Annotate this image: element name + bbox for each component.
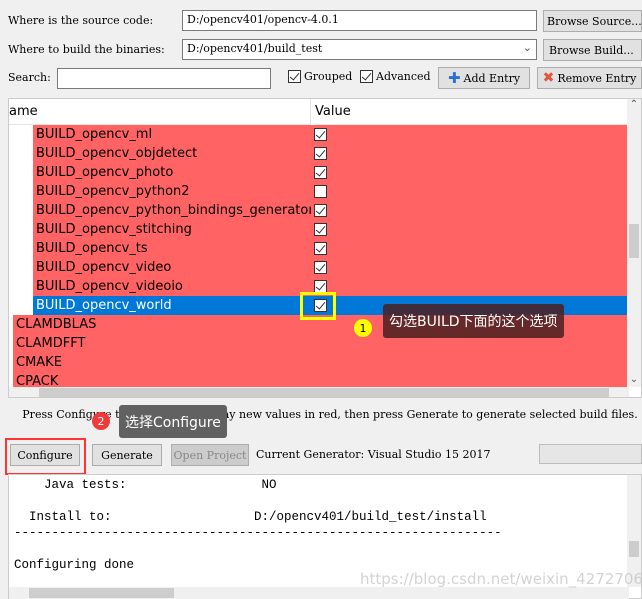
advanced-checkbox[interactable]: Advanced — [360, 70, 431, 83]
value-checkbox[interactable] — [314, 185, 327, 198]
build-value: D:/opencv401/build_test — [187, 42, 323, 55]
table-row[interactable]: BUILD_opencv_ts — [9, 239, 629, 258]
table-row[interactable]: BUILD_opencv_python2 — [9, 182, 629, 201]
row-value — [311, 163, 629, 182]
log-line: ----------------------------------------… — [14, 526, 502, 540]
row-value — [311, 182, 629, 201]
current-generator: Current Generator: Visual Studio 15 2017 — [256, 448, 491, 461]
browse-source-button[interactable]: Browse Source... — [543, 10, 642, 32]
row-name: BUILD_opencv_objdetect — [33, 144, 311, 163]
browse-build-button[interactable]: Browse Build... — [543, 39, 642, 61]
table-row[interactable]: BUILD_opencv_ml — [9, 125, 629, 144]
table-row[interactable]: BUILD_opencv_objdetect — [9, 144, 629, 163]
row-name: CLAMDBLAS — [13, 315, 311, 334]
horizontal-scrollbar[interactable] — [9, 387, 629, 397]
remove-entry-button[interactable]: ✖ Remove Entry — [537, 67, 642, 89]
remove-entry-label: Remove Entry — [557, 71, 637, 85]
row-name: CMAKE — [13, 353, 311, 372]
remove-x-icon: ✖ — [542, 70, 555, 86]
value-checkbox[interactable] — [314, 128, 327, 141]
cache-table[interactable]: ame Value BUILD_opencv_ml BUILD_opencv_ob… — [8, 98, 642, 398]
table-row[interactable]: BUILD_opencv_stitching — [9, 220, 629, 239]
build-combobox[interactable]: D:/opencv401/build_test ⌄ — [182, 39, 537, 60]
progress-bar — [539, 444, 642, 464]
open-project-button: Open Project — [171, 444, 249, 466]
log-line: Install to: D:/opencv401/build_test/inst… — [14, 510, 487, 524]
search-input[interactable] — [57, 68, 271, 89]
row-name: BUILD_opencv_ml — [33, 125, 311, 144]
advanced-label: Advanced — [376, 70, 431, 83]
row-value — [311, 239, 629, 258]
column-header-value[interactable]: Value — [315, 99, 629, 125]
source-label: Where is the source code: — [8, 14, 154, 27]
scroll-down-icon[interactable]: ⌄ — [627, 374, 641, 385]
row-value — [311, 220, 629, 239]
scroll-up-icon[interactable]: ⌃ — [627, 99, 641, 110]
row-value — [311, 144, 629, 163]
table-row[interactable]: BUILD_opencv_python_bindings_generator — [9, 201, 629, 220]
row-name: BUILD_opencv_python_bindings_generator — [33, 201, 314, 220]
grouped-label: Grouped — [304, 70, 353, 83]
table-row[interactable]: BUILD_opencv_photo — [9, 163, 629, 182]
row-value — [311, 277, 629, 296]
annotation-tooltip-2: 选择Configure — [119, 405, 227, 438]
row-name: BUILD_opencv_stitching — [33, 220, 311, 239]
value-checkbox[interactable] — [314, 204, 327, 217]
hint-text: Press Configure to update and display ne… — [22, 408, 638, 421]
row-name: BUILD_opencv_photo — [33, 163, 311, 182]
row-name: BUILD_opencv_python2 — [33, 182, 311, 201]
value-checkbox[interactable] — [314, 223, 327, 236]
chevron-down-icon: ⌄ — [522, 41, 532, 54]
row-value — [311, 125, 629, 144]
table-row[interactable]: CMAKE — [9, 353, 629, 372]
row-value — [311, 353, 629, 372]
grouped-checkbox[interactable]: Grouped — [288, 70, 352, 83]
scroll-thumb[interactable] — [629, 224, 639, 258]
annotation-tooltip-1: 勾选BUILD下面的这个选项 — [383, 304, 564, 338]
row-name: CLAMDFFT — [13, 334, 311, 353]
column-header-name[interactable]: ame — [9, 99, 311, 125]
log-line: Java tests: NO — [14, 478, 277, 492]
add-entry-button[interactable]: ✚ Add Entry — [438, 67, 530, 89]
row-name: BUILD_opencv_world — [33, 296, 311, 315]
scroll-thumb[interactable] — [629, 541, 639, 557]
value-checkbox[interactable] — [314, 147, 327, 160]
configure-button[interactable]: Configure — [10, 444, 80, 466]
checkbox-icon — [288, 70, 301, 83]
vertical-scrollbar[interactable]: ⌃ ⌄ — [627, 99, 641, 387]
value-checkbox[interactable] — [314, 242, 327, 255]
scroll-thumb[interactable] — [39, 388, 609, 397]
row-value — [311, 258, 629, 277]
row-name: BUILD_opencv_ts — [33, 239, 311, 258]
plus-icon: ✚ — [447, 69, 461, 87]
value-checkbox[interactable] — [314, 166, 327, 179]
row-value — [311, 201, 629, 220]
highlight-box — [300, 292, 336, 320]
row-name: BUILD_opencv_video — [33, 258, 311, 277]
watermark: https://blog.csdn.net/weixin_42727069 — [360, 570, 642, 588]
log-horizontal-scrollbar[interactable] — [9, 587, 629, 599]
search-label: Search: — [8, 71, 51, 84]
add-entry-label: Add Entry — [463, 71, 521, 85]
checkbox-icon — [360, 70, 373, 83]
value-checkbox[interactable] — [314, 261, 327, 274]
scroll-thumb[interactable] — [29, 588, 174, 598]
source-input[interactable]: D:/opencv401/opencv-4.0.1 — [182, 10, 537, 31]
generate-button[interactable]: Generate — [92, 444, 162, 466]
build-label: Where to build the binaries: — [8, 43, 165, 56]
annotation-badge-2: 2 — [92, 412, 110, 430]
annotation-badge-1: 1 — [354, 319, 372, 337]
table-row[interactable]: BUILD_opencv_video — [9, 258, 629, 277]
row-name: BUILD_opencv_videoio — [33, 277, 311, 296]
